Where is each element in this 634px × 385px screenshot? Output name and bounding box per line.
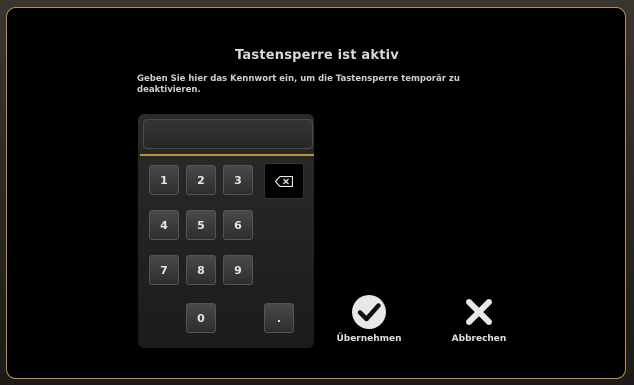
keylock-dialog: Tastensperre ist aktiv Geben Sie hier da… [6, 7, 626, 379]
key-2[interactable]: 2 [186, 165, 216, 195]
key-7[interactable]: 7 [149, 255, 179, 285]
screen-frame: Tastensperre ist aktiv Geben Sie hier da… [0, 0, 634, 385]
key-4[interactable]: 4 [149, 210, 179, 240]
confirm-label: Übernehmen [336, 334, 402, 344]
backspace-icon [275, 175, 293, 187]
close-icon [466, 299, 492, 325]
key-1[interactable]: 1 [149, 165, 179, 195]
key-9[interactable]: 9 [223, 255, 253, 285]
backspace-button[interactable] [264, 163, 304, 199]
dialog-title: Tastensperre ist aktiv [235, 48, 399, 63]
accent-divider [140, 154, 314, 156]
checkmark-icon [352, 295, 386, 329]
password-field[interactable] [143, 119, 313, 149]
key-8[interactable]: 8 [186, 255, 216, 285]
key-3[interactable]: 3 [223, 165, 253, 195]
confirm-button[interactable]: Übernehmen [334, 294, 404, 344]
cancel-label: Abbrechen [451, 334, 507, 344]
dialog-description: Geben Sie hier das Kennwort ein, um die … [137, 74, 460, 95]
key-6[interactable]: 6 [223, 210, 253, 240]
key-dot[interactable]: . [264, 303, 294, 333]
key-0[interactable]: 0 [186, 303, 216, 333]
key-5[interactable]: 5 [186, 210, 216, 240]
cancel-button[interactable]: Abbrechen [444, 294, 514, 344]
